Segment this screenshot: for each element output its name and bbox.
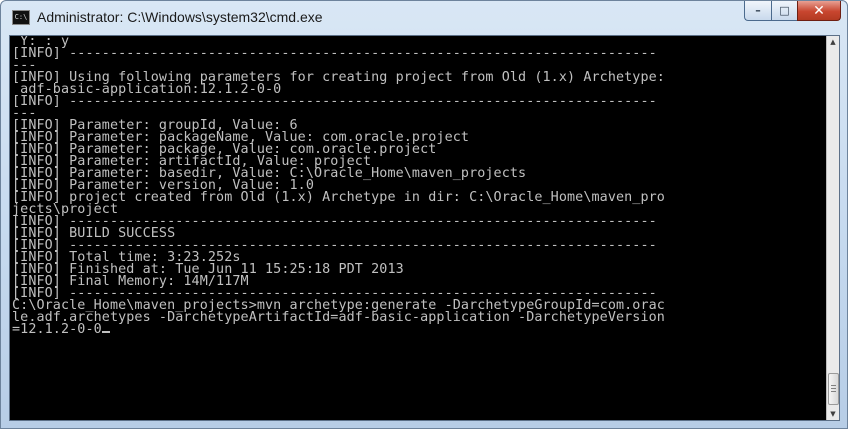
console-area[interactable]: Y: : y [INFO] ---------------------------… xyxy=(9,35,840,421)
scroll-thumb[interactable] xyxy=(828,373,839,405)
console-output[interactable]: Y: : y [INFO] ---------------------------… xyxy=(12,36,827,420)
thumb-grip-line xyxy=(831,385,836,386)
window-title: Administrator: C:\Windows\system32\cmd.e… xyxy=(37,9,323,25)
scroll-up-arrow-icon[interactable]: ▲ xyxy=(827,36,839,48)
console-line: [INFO] ---------------------------------… xyxy=(12,94,827,109)
caption-buttons: – □ ✕ xyxy=(744,1,841,21)
console-line-text: le.adf.archetypes -DarchetypeArtifactId=… xyxy=(12,310,665,325)
vertical-scrollbar[interactable]: ▲ ▼ xyxy=(826,36,839,420)
close-button[interactable]: ✕ xyxy=(797,1,841,21)
console-line: [INFO] project created from Old (1.x) Ar… xyxy=(12,191,827,204)
thumb-grip-line xyxy=(831,388,836,389)
maximize-icon: □ xyxy=(779,4,790,17)
console-line: =12.1.2-0-0 xyxy=(12,322,827,337)
scroll-down-arrow-icon[interactable]: ▼ xyxy=(827,408,839,420)
console-line: le.adf.archetypes -DarchetypeArtifactId=… xyxy=(12,310,827,325)
thumb-grip-line xyxy=(831,391,836,392)
console-line-text: =12.1.2-0-0 xyxy=(12,322,102,337)
title-bar[interactable]: C:\ Administrator: C:\Windows\system32\c… xyxy=(1,1,847,35)
close-icon: ✕ xyxy=(813,2,825,19)
minimize-button[interactable]: – xyxy=(744,1,771,21)
console-line: [INFO] ---------------------------------… xyxy=(12,46,827,61)
text-cursor xyxy=(101,331,110,333)
console-line-text: [INFO] ---------------------------------… xyxy=(12,46,657,61)
maximize-button[interactable]: □ xyxy=(771,1,797,21)
console-line-text: [INFO] ---------------------------------… xyxy=(12,94,657,109)
minimize-icon: – xyxy=(755,4,761,17)
cmd-app-icon[interactable]: C:\ xyxy=(12,10,30,25)
cmd-window: C:\ Administrator: C:\Windows\system32\c… xyxy=(0,0,848,429)
